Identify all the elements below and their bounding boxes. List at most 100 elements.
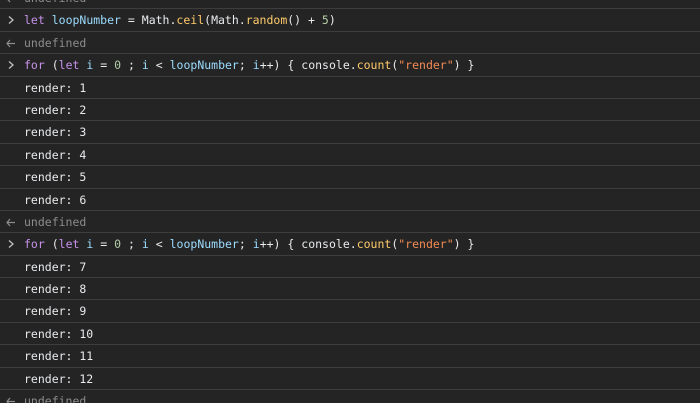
devtools-console: undefined let loopNumber = Math. ceil (Mat…: [0, 0, 700, 403]
log-message: render: 12: [24, 371, 94, 386]
chevron-right-icon: [8, 61, 14, 70]
code-punctuation: ): [328, 13, 336, 28]
console-result-row: undefined: [0, 390, 700, 403]
console-result-row: undefined: [0, 0, 700, 10]
log-row: render: 6: [0, 189, 700, 211]
code-input: for (let i = 0 ; i < loopNumber; i++) { …: [24, 54, 474, 75]
console-input-row[interactable]: for (let i = 0 ; i < loopNumber; i++) { …: [0, 233, 700, 256]
code-punctuation: .: [349, 237, 357, 252]
log-message: render: 1: [24, 80, 87, 95]
code-punctuation: ;: [128, 58, 135, 73]
return-arrow-icon: [7, 0, 11, 3]
code-punctuation: <: [155, 58, 163, 73]
code-punctuation: ): [453, 237, 461, 252]
result-text: undefined: [24, 0, 86, 8]
log-message: render: 2: [24, 102, 87, 117]
result-text: undefined: [24, 35, 87, 50]
log-row: render: 3: [0, 121, 700, 144]
console-result-row: undefined: [0, 211, 700, 234]
return-arrow-icon: [6, 397, 15, 403]
code-keyword: let: [24, 13, 45, 28]
code-punctuation: ): [453, 58, 461, 73]
console-input-row[interactable]: let loopNumber = Math.ceil(Math.random()…: [0, 9, 700, 32]
console-result-row: undefined: [0, 32, 700, 55]
chevron-right-icon: [8, 240, 14, 249]
log-row: render: 4: [0, 144, 700, 167]
code-string: "render": [398, 237, 454, 252]
log-message: render: 10: [24, 326, 94, 341]
code-punctuation: ++): [259, 237, 281, 252]
log-message: render: 3: [24, 125, 87, 140]
code-method: count: [356, 237, 392, 252]
code-keyword: for: [24, 237, 45, 252]
log-row: render: 5: [0, 166, 700, 189]
code-object: console: [301, 237, 350, 252]
log-row: render: 11: [0, 345, 700, 368]
code-keyword: for: [24, 58, 45, 73]
log-row: render: 9: [0, 300, 700, 323]
code-keyword: let: [58, 237, 80, 252]
log-row: render: 12: [0, 368, 700, 391]
code-punctuation: ;: [238, 237, 246, 252]
log-row: render: 10: [0, 323, 700, 346]
code-punctuation: .: [238, 13, 246, 28]
log-message: render: 6: [24, 192, 87, 207]
code-punctuation: .: [349, 58, 357, 73]
code-punctuation: <: [155, 237, 163, 252]
log-message: render: 9: [24, 304, 87, 319]
code-identifier: loopNumber: [51, 13, 121, 28]
log-row: render: 1: [0, 77, 700, 99]
code-identifier: loopNumber: [169, 237, 239, 252]
code-object: console: [301, 58, 350, 73]
result-text: undefined: [24, 394, 87, 403]
console-input-row[interactable]: for (let i = 0 ; i < loopNumber; i++) { …: [0, 54, 700, 77]
code-identifier: loopNumber: [169, 58, 239, 73]
code-identifier: i: [141, 58, 149, 73]
return-arrow-icon: [6, 218, 15, 227]
log-message: render: 5: [24, 170, 87, 185]
code-keyword: let: [58, 58, 80, 73]
chevron-right-icon: [8, 16, 14, 25]
code-method: random: [245, 13, 288, 28]
code-punctuation: }: [467, 58, 475, 73]
code-method: count: [356, 58, 392, 73]
code-punctuation: (: [51, 237, 59, 252]
return-arrow-icon: [6, 39, 15, 48]
log-message: render: 7: [24, 259, 87, 274]
log-message: render: 8: [24, 282, 87, 297]
code-object: Math: [141, 13, 170, 28]
log-row: render: 8: [0, 278, 700, 301]
log-row: render: 2: [0, 99, 700, 122]
code-punctuation: }: [467, 237, 475, 252]
log-message: render: 11: [24, 349, 94, 364]
code-identifier: i: [252, 58, 260, 73]
code-identifier: i: [252, 237, 260, 252]
code-punctuation: ;: [128, 237, 135, 252]
code-input: let loopNumber = Math.ceil(Math.random()…: [24, 9, 336, 30]
log-message: render: 4: [24, 147, 87, 162]
code-punctuation: =: [127, 13, 135, 28]
result-text: undefined: [24, 214, 87, 229]
code-input: for (let i = 0 ; i < loopNumber; i++) { …: [24, 233, 474, 254]
code-identifier: i: [141, 237, 149, 252]
code-punctuation: (): [287, 13, 302, 28]
code-punctuation: ;: [238, 58, 246, 73]
code-punctuation: ++): [259, 58, 281, 73]
